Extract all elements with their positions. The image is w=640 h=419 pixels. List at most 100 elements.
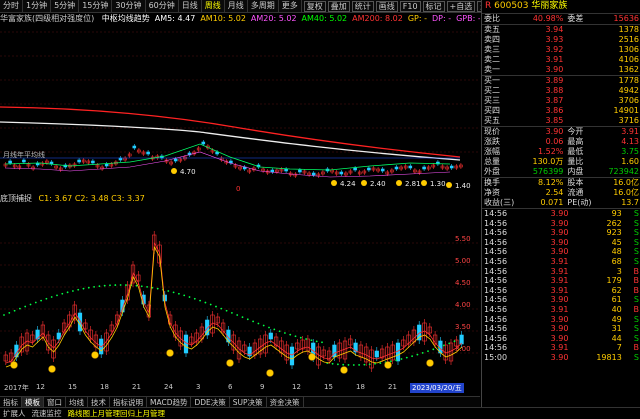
tool-button-6[interactable]: +自选 — [446, 0, 476, 12]
annotation-label: 4.70 — [180, 168, 196, 176]
period-tab-2[interactable]: 5分钟 — [51, 0, 80, 12]
ask-price: 3.94 — [545, 25, 564, 34]
ask-row[interactable]: 卖五 3.94 1378 — [482, 24, 640, 36]
tool-button-3[interactable]: 画线 — [375, 0, 398, 12]
weicha-value: 15636 — [613, 14, 639, 23]
quote-row: 外盘 576399 内盘 723942 — [482, 167, 640, 178]
trade-volume: 31 — [611, 324, 622, 334]
ask-label: 卖三 — [484, 45, 500, 54]
trade-price: 3.90 — [550, 295, 569, 305]
period-tab-10[interactable]: 更多 — [279, 0, 302, 12]
indicator-item: 中枢均线趋势 — [101, 14, 150, 23]
quote-label: 最高 — [567, 137, 584, 146]
trade-volume: 61 — [611, 295, 622, 305]
bid-row[interactable]: 买四 3.86 14901 — [482, 106, 640, 116]
trade-row: 14:56 3.91 7 B — [482, 343, 640, 353]
bid-row[interactable]: 买一 3.89 1778 — [482, 75, 640, 87]
quote-label: 股本 — [567, 178, 584, 187]
status-item-0[interactable]: 扩展人 — [0, 408, 29, 419]
ask-row[interactable]: 卖二 3.91 4106 — [482, 55, 640, 65]
bid-row[interactable]: 买三 3.87 3706 — [482, 96, 640, 106]
trade-time: 14:56 — [484, 256, 508, 266]
bid-price: 3.86 — [545, 106, 564, 115]
trade-row: 14:56 3.90 31 S — [482, 324, 640, 334]
tool-button-2[interactable]: 统计 — [351, 0, 374, 12]
sub-y-tick: 5.00 — [455, 257, 471, 265]
tool-button-0[interactable]: 复权 — [303, 0, 326, 12]
trade-row: 14:56 3.90 48 S — [482, 247, 640, 257]
period-tab-4[interactable]: 30分钟 — [112, 0, 146, 12]
trade-direction: S — [633, 295, 639, 305]
trade-time: 14:56 — [484, 237, 508, 247]
trade-price: 3.90 — [550, 324, 569, 334]
tool-button-4[interactable]: F10 — [399, 0, 421, 12]
status-item-1[interactable]: 流速监控 — [29, 408, 65, 419]
period-tab-6[interactable]: 日线 — [179, 0, 202, 12]
annotation-label: 2.81 — [405, 180, 421, 188]
indicator-item: GPB: - — [456, 14, 480, 23]
trade-time: 14:56 — [484, 295, 508, 305]
bid-volume: 1778 — [618, 76, 639, 85]
quote-label: 流通 — [567, 188, 584, 197]
coin-icon — [166, 349, 174, 357]
trade-volume: 40 — [611, 304, 622, 314]
indicator-title: 华富家族(四级相对强度位) — [0, 14, 95, 23]
quote-label: 外盘 — [484, 167, 500, 176]
trade-row: 15:00 3.90 19813 S — [482, 353, 640, 363]
sub-indicator-chart[interactable]: 5.505.004.504.003.503.00 — [0, 205, 480, 377]
quote-value: 3.90 — [545, 127, 564, 136]
period-tab-7[interactable]: 周线 — [202, 0, 225, 12]
period-tab-3[interactable]: 15分钟 — [79, 0, 113, 12]
ask-row[interactable]: 卖四 3.93 2516 — [482, 35, 640, 45]
trade-volume: 48 — [611, 247, 622, 257]
coin-icon — [266, 369, 274, 377]
stock-name: 华丽家族 — [531, 1, 568, 11]
trade-price: 3.90 — [550, 228, 569, 238]
sub-y-tick: 5.50 — [455, 235, 471, 243]
tool-button-1[interactable]: 叠加 — [327, 0, 350, 12]
quote-label: 换手 — [484, 178, 500, 187]
period-tab-9[interactable]: 多周期 — [248, 0, 279, 12]
tool-button-5[interactable]: 标记 — [422, 0, 445, 12]
trade-time: 14:56 — [484, 228, 508, 238]
period-tab-1[interactable]: 1分钟 — [23, 0, 52, 12]
trade-volume: 62 — [611, 285, 622, 295]
quote-label: PE(动) — [567, 198, 592, 207]
quote-value: 1.52% — [537, 147, 564, 156]
ask-row[interactable]: 卖三 3.92 1306 — [482, 45, 640, 55]
trade-price: 3.90 — [550, 237, 569, 247]
sub-y-tick: 4.00 — [455, 301, 471, 309]
status-item-2[interactable]: 路线图上月管理回归上月管理 — [65, 408, 169, 419]
stock-title[interactable]: R 600503 华丽家族 — [482, 0, 640, 14]
trade-row: 14:56 3.91 62 B — [482, 286, 640, 296]
trade-volume: 68 — [611, 256, 622, 266]
quote-label: 内盘 — [567, 167, 584, 176]
bid-row[interactable]: 买五 3.85 3716 — [482, 116, 640, 126]
trade-price: 3.91 — [550, 285, 569, 295]
quote-value: 8.12% — [537, 178, 564, 187]
ask-row[interactable]: 卖一 3.90 1362 — [482, 65, 640, 76]
main-price-chart[interactable]: 月线年平均线 0 4.70 4.24 2.40 2.81 1.30 1.40 — [0, 24, 480, 192]
sub-chart-values: C1: 3.67 C2: 3.48 C3: 3.37 — [38, 194, 145, 203]
trade-volume: 179 — [606, 276, 622, 286]
x-axis-label: 21 — [132, 383, 141, 391]
period-tab-5[interactable]: 60分钟 — [146, 0, 179, 12]
ask-volume: 1362 — [618, 65, 639, 74]
bid-row[interactable]: 买二 3.88 4942 — [482, 86, 640, 96]
indicator-item: AM200: 8.02 — [352, 14, 403, 23]
quote-label: 现价 — [484, 127, 500, 136]
trade-volume: 3 — [616, 266, 622, 276]
sub-chart-title: 底顶捕捉 — [0, 194, 32, 203]
bid-volume: 3716 — [618, 116, 639, 125]
period-tab-0[interactable]: 分时 — [0, 0, 23, 12]
x-axis-label: 15 — [324, 383, 333, 391]
trade-direction: B — [633, 276, 640, 286]
ask-label: 卖五 — [484, 25, 500, 34]
quote-label: 收益(三) — [484, 198, 515, 207]
trade-time: 14:56 — [484, 247, 508, 257]
period-tab-8[interactable]: 月线 — [225, 0, 248, 12]
quote-value: 13.7 — [621, 198, 639, 207]
order-book: 委比 40.98% 委差 15636 卖五 3.94 1378 卖四 3.93 2516 卖三 3.9… — [482, 14, 640, 126]
quote-label: 最低 — [567, 147, 584, 156]
trade-time: 14:56 — [484, 209, 508, 218]
